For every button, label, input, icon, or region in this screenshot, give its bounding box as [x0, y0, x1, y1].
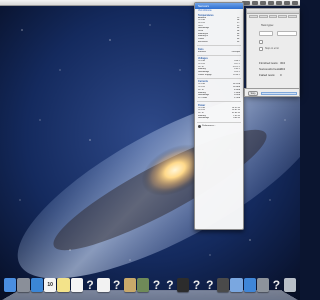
test-type-label: Test type: [261, 23, 274, 27]
menu-extra-item[interactable] [276, 1, 282, 5]
unknown-app-glyph: ? [192, 278, 201, 292]
menu-extra-item[interactable] [268, 1, 274, 5]
gear-icon [198, 124, 201, 128]
unknown-app-icon[interactable]: ? [190, 278, 202, 292]
menu-bar-extras [242, 0, 298, 6]
unknown-app-icon[interactable]: ? [270, 278, 282, 292]
calendar-day-label: 10 [47, 282, 53, 288]
stop-on-error-checkbox[interactable] [259, 47, 263, 51]
menu-extra-item[interactable] [292, 1, 298, 5]
test-type-field[interactable] [259, 31, 273, 36]
itunes-icon[interactable] [230, 278, 243, 292]
sensor-row[interactable]: Exhaust 1500rpm [195, 51, 243, 54]
menu-bar [0, 0, 300, 6]
unknown-app-icon[interactable]: ? [84, 278, 96, 292]
system-preferences-icon[interactable] [256, 278, 270, 292]
sensor-row[interactable]: Enclosure 33° [195, 41, 243, 44]
reminders-icon[interactable] [70, 278, 83, 292]
menu-extra-item[interactable] [260, 1, 266, 5]
unknown-app-glyph: ? [166, 278, 174, 292]
notes-icon[interactable] [57, 278, 70, 292]
failed-tests-value: 0 [280, 73, 282, 77]
unknown-app-icon[interactable]: ? [204, 278, 216, 292]
sensor-group: Fans Exhaust 1500rpm [195, 48, 243, 54]
sensor-row[interactable]: PCI Slots 0.20 A [195, 97, 243, 100]
tab-item[interactable] [249, 15, 258, 18]
calendar-icon[interactable]: 10 [43, 278, 57, 292]
finished-tests-label: Finished tests: [259, 61, 279, 65]
textedit-icon[interactable] [97, 278, 110, 292]
visit-website-link[interactable]: Visit Website [195, 9, 243, 12]
unknown-app-glyph: ? [86, 278, 94, 292]
menu-extra-item[interactable] [284, 1, 290, 5]
launchpad-icon[interactable] [17, 278, 30, 292]
successful-tests-value: 304 [280, 67, 286, 71]
trash-icon[interactable] [283, 278, 296, 292]
menu-divider [197, 54, 241, 56]
tab-item[interactable] [258, 15, 268, 18]
tab-item[interactable] [268, 15, 278, 18]
app-store-icon[interactable] [243, 278, 256, 292]
sensor-group: Currents CPU A 16.52 A CPU B 15.88 A DC In… [195, 80, 243, 99]
preferences-label: Preferences... [202, 125, 216, 128]
finder-icon[interactable] [4, 278, 17, 292]
test-tab-strip [247, 14, 299, 19]
dock: 10??????? [0, 276, 300, 300]
sensor-row[interactable]: Northbridge 0.68 W [195, 117, 243, 120]
unknown-app-glyph: ? [206, 278, 214, 292]
preview-icon[interactable] [123, 278, 137, 292]
sensor-group: Power CPU A 14.53 W CPU B 13.82 W DC In 52.… [195, 104, 243, 121]
sensor-row[interactable]: Power Supply 11.98 V [195, 74, 243, 77]
stop-button[interactable]: Stop [248, 91, 258, 96]
sensor-dropdown-menu: Sensors Visit Website Temperatures Ambie… [194, 2, 244, 230]
dock-icons: 10??????? [4, 278, 296, 292]
unknown-app-icon[interactable]: ? [111, 278, 123, 292]
option-checkbox[interactable] [259, 40, 263, 44]
unknown-app-glyph: ? [272, 278, 281, 292]
unknown-app-glyph: ? [152, 278, 161, 292]
menu-divider [197, 77, 241, 79]
test-runner-window: Test type: Stop on error Finished tests:… [246, 8, 300, 96]
iphoto-icon[interactable] [137, 278, 150, 292]
safari-icon[interactable] [30, 278, 43, 292]
failed-tests-label: Failed tests: [259, 73, 276, 77]
menu-divider [197, 101, 241, 103]
finished-tests-value: 304 [280, 61, 286, 65]
progress-bar [261, 92, 297, 95]
tab-item[interactable] [288, 15, 297, 18]
unknown-app-glyph: ? [112, 278, 121, 292]
tab-item[interactable] [278, 15, 288, 18]
unknown-app-icon[interactable]: ? [150, 278, 162, 292]
menu-extra-item[interactable] [252, 1, 258, 5]
activity-monitor-icon[interactable] [177, 278, 190, 292]
sensor-group: Temperatures Ambient 22° CPU A 58° CPU B 57… [195, 14, 243, 44]
console-icon[interactable] [217, 278, 230, 292]
preferences-menu-item[interactable]: Preferences... [195, 124, 243, 128]
sensor-group: Voltages CPU A 0.88 V CPU B 0.87 V DC In 12… [195, 57, 243, 76]
menu-divider [197, 45, 241, 47]
stop-on-error-label: Stop on error [265, 47, 279, 50]
unknown-app-icon[interactable]: ? [164, 278, 176, 292]
menu-divider [197, 121, 241, 123]
progress-dialog: Stop [244, 88, 300, 97]
test-count-field[interactable] [277, 31, 297, 36]
successful-tests-label: Successful tests: [259, 67, 282, 71]
